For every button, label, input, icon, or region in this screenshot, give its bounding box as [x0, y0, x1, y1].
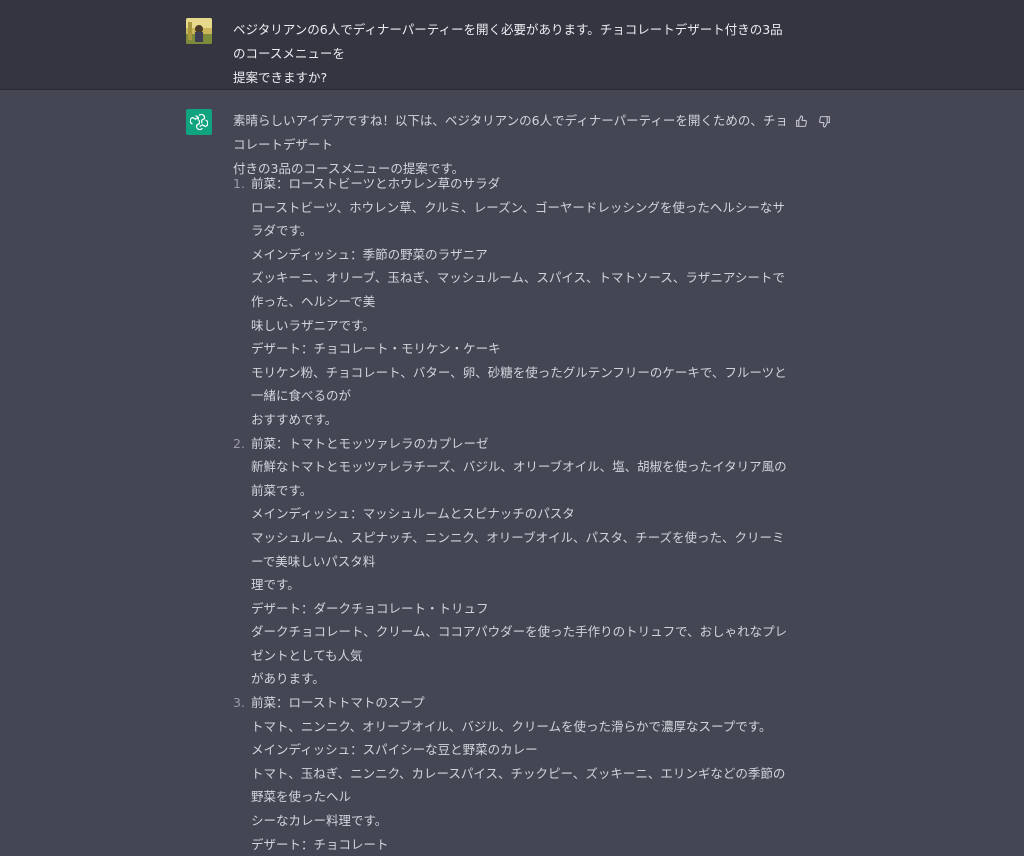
- list-item-line: おすすめです。: [251, 411, 338, 427]
- list-item-line: デザート：チョコレート: [251, 836, 389, 852]
- list-item-line: ダークチョコレート、クリーム、ココアパウダーを使った手作りのトリュフで、おしゃれ…: [251, 624, 788, 663]
- user-avatar: [186, 18, 212, 44]
- list-item-line: マッシュルーム、スピナッチ、ニンニク、オリーブオイル、パスタ、チーズを使った、ク…: [251, 529, 785, 569]
- list-item-line: ローストビーツ、ホウレン草、クルミ、レーズン、ゴーヤードレッシングを使ったヘルシ…: [251, 199, 785, 239]
- list-item-line: メインディッシュ：スパイシーな豆と野菜のカレー: [251, 742, 538, 758]
- list-item: 1. 前菜：ローストビーツとホウレン草のサラダ ローストビーツ、ホウレン草、クル…: [233, 172, 793, 432]
- list-item-line: 前菜：ローストトマトのスープ: [251, 695, 425, 711]
- user-avatar-photo-icon: [186, 18, 212, 44]
- thumbs-down-icon: [818, 115, 830, 127]
- menu-suggestion-list: 1. 前菜：ローストビーツとホウレン草のサラダ ローストビーツ、ホウレン草、クル…: [233, 172, 793, 856]
- user-message-line: 提案できますか?: [233, 70, 328, 85]
- list-item-line: デザート：チョコレート・モリケン・ケーキ: [251, 341, 501, 357]
- list-item-line: 理です。: [251, 577, 300, 593]
- thumbs-up-icon: [795, 115, 807, 127]
- list-item-line: 新鮮なトマトとモッツァレラチーズ、バジル、オリーブオイル、塩、胡椒を使ったイタリ…: [251, 459, 787, 498]
- list-item-line: トマト、玉ねぎ、ニンニク、カレースパイス、チックピー、ズッキーニ、エリンギなどの…: [251, 765, 786, 805]
- list-item-line: 前菜：ローストビーツとホウレン草のサラダ: [251, 176, 501, 191]
- list-item-line: モリケン粉、チョコレート、バター、卵、砂糖を使ったグルテンフリーのケーキで、フル…: [251, 364, 787, 404]
- user-message-row: ベジタリアンの6人でディナーパーティーを開く必要があります。チョコレートデザート…: [0, 0, 1024, 90]
- list-item-number: 1.: [233, 176, 245, 191]
- user-message-text: ベジタリアンの6人でディナーパーティーを開く必要があります。チョコレートデザート…: [233, 18, 793, 90]
- thumbs-down-button[interactable]: [815, 112, 833, 130]
- assistant-intro-line: 素晴らしいアイデアですね！以下は、ベジタリアンの6人でディナーパーティーを開くた…: [233, 113, 788, 152]
- list-item-line: デザート：ダークチョコレート・トリュフ: [251, 600, 489, 616]
- list-item-number: 3.: [233, 695, 245, 711]
- list-item-line: メインディッシュ：季節の野菜のラザニア: [251, 246, 488, 262]
- thumbs-up-button[interactable]: [792, 112, 810, 130]
- list-item-line: があります。: [251, 671, 325, 687]
- openai-logo-icon: [190, 113, 208, 131]
- assistant-avatar: [186, 109, 212, 135]
- assistant-intro: 素晴らしいアイデアですね！以下は、ベジタリアンの6人でディナーパーティーを開くた…: [233, 109, 788, 181]
- assistant-message-row: 素晴らしいアイデアですね！以下は、ベジタリアンの6人でディナーパーティーを開くた…: [0, 90, 1024, 852]
- list-item-line: 前菜：トマトとモッツァレラのカプレーゼ: [251, 435, 489, 451]
- list-item-line: 味しいラザニアです。: [251, 317, 375, 333]
- list-item: 3. 前菜：ローストトマトのスープ トマト、ニンニク、オリーブオイル、バジル、ク…: [233, 691, 793, 856]
- list-item-number: 2.: [233, 435, 245, 451]
- list-item: 2. 前菜：トマトとモッツァレラのカプレーゼ 新鮮なトマトとモッツァレラチーズ、…: [233, 432, 793, 692]
- list-item-line: メインディッシュ：マッシュルームとスピナッチのパスタ: [251, 506, 575, 522]
- list-item-line: トマト、ニンニク、オリーブオイル、バジル、クリームを使った滑らかで濃厚なスープで…: [251, 718, 772, 734]
- user-message-line: ベジタリアンの6人でディナーパーティーを開く必要があります。チョコレートデザート…: [233, 22, 783, 61]
- list-item-line: ズッキーニ、オリーブ、玉ねぎ、マッシュルーム、スパイス、トマトソース、ラザニアシ…: [251, 270, 785, 309]
- list-item-line: シーなカレー料理です。: [251, 813, 388, 829]
